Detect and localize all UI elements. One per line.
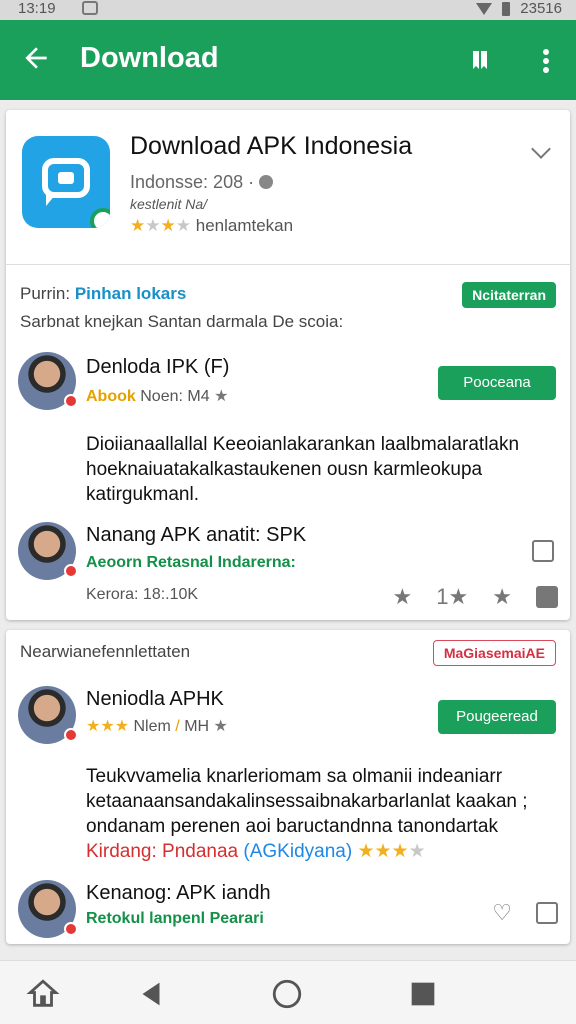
status-right-text: 23516	[520, 0, 562, 17]
more-vert-icon[interactable]	[534, 46, 558, 76]
post-actions: ★ 1★ ★	[393, 584, 558, 610]
app-card: Download APK Indonesia Indonsse: 208 · k…	[6, 110, 570, 620]
star-icon: ★	[160, 216, 176, 235]
post-action-button[interactable]: Pooceana	[438, 366, 556, 400]
app-rating: ★★★★ henlamtekan	[130, 216, 293, 236]
avatar[interactable]	[18, 352, 78, 410]
chat-bubble-icon[interactable]	[22, 136, 110, 228]
pin-icon: ★	[214, 388, 229, 405]
post-meta: ★★★ Nlem / MH ★	[86, 718, 228, 735]
bookmark-icon[interactable]	[468, 48, 492, 72]
app-subtitle: Indonsse: 208 ·	[130, 172, 274, 193]
reply-tags: Retokul lanpenl Pearari	[86, 910, 264, 927]
system-nav-bar	[0, 960, 576, 1024]
chevron-down-icon[interactable]	[531, 139, 551, 159]
status-icons: 23516	[476, 0, 562, 17]
app-title: Download APK Indonesia	[130, 132, 413, 160]
app-bar: Download	[0, 20, 576, 100]
battery-icon	[502, 1, 511, 16]
avatar[interactable]	[18, 880, 78, 938]
page-title: Download	[80, 42, 219, 74]
share-icon[interactable]	[536, 902, 558, 924]
star-icon: ★★★	[357, 841, 409, 862]
home-circle-icon[interactable]	[270, 977, 304, 1011]
status-dot	[64, 564, 78, 578]
pin-icon: ★	[213, 718, 228, 735]
reply-title[interactable]: Kenanog: APK iandh	[86, 882, 271, 905]
star-icon[interactable]: ★	[492, 584, 512, 610]
post-body: Dioiianaallallal Keeoianlakarankan laalb…	[86, 434, 520, 505]
status-bar: 13:19 23516	[0, 0, 576, 20]
star-icon: ★	[408, 841, 426, 862]
post-card: Nearwianefennlettaten MaGiasemaiAE Nenio…	[6, 630, 570, 944]
alert-badge: MaGiasemaiAE	[432, 640, 556, 666]
wifi-icon	[476, 2, 493, 15]
section-subtitle: Sarbnat knejkan Santan darmala De scoia:	[20, 312, 344, 331]
star-icon: ★★★	[86, 718, 130, 735]
back-triangle-icon[interactable]	[134, 977, 168, 1011]
info-icon	[259, 175, 274, 189]
post-action-button[interactable]: Pougeeread	[438, 700, 556, 734]
star-icon: ★	[175, 216, 191, 235]
section-label: Nearwianefennlettaten	[20, 642, 191, 661]
post-actions: ♡	[492, 900, 558, 926]
post-author[interactable]: Denloda IPK (F)	[86, 356, 229, 379]
status-dot	[64, 922, 78, 936]
avatar[interactable]	[18, 686, 78, 744]
status-badge: Ncitaterran	[462, 282, 556, 308]
app-developer[interactable]: kestlenit Na/	[130, 196, 207, 212]
status-time: 13:19	[18, 0, 56, 17]
status-dot	[64, 394, 78, 408]
reply-tags: Aeoorn Retasnal Indarerna:	[86, 554, 296, 571]
like-count[interactable]: 1★	[436, 584, 468, 610]
heart-icon[interactable]: ♡	[492, 900, 512, 926]
rating-text: henlamtekan	[195, 216, 294, 235]
star-icon: ★	[145, 216, 161, 235]
star-icon[interactable]: ★	[393, 584, 413, 610]
status-dot	[64, 728, 78, 742]
avatar[interactable]	[18, 522, 78, 580]
back-arrow-icon[interactable]	[20, 42, 52, 74]
post-meta: Abook Noen: M4 ★	[86, 388, 229, 405]
section-accent[interactable]: Pinhan lokars	[75, 284, 186, 303]
notification-icon	[82, 1, 98, 15]
home-icon[interactable]	[26, 977, 60, 1011]
comment-icon[interactable]	[536, 586, 558, 608]
divider	[6, 264, 570, 265]
share-icon[interactable]	[532, 540, 554, 562]
post-body: Teukvvamelia knarleriomam sa olmanii ind…	[86, 766, 528, 862]
reply-title[interactable]: Nanang APK anatit: SPK	[86, 524, 306, 547]
section-label: Purrin: Pinhan lokars	[20, 284, 187, 303]
post-author[interactable]: Neniodla APHK	[86, 688, 224, 711]
recents-square-icon[interactable]	[406, 977, 440, 1011]
star-icon: ★	[130, 216, 146, 235]
reply-meta: Kerora: 18:.10K	[86, 586, 199, 603]
